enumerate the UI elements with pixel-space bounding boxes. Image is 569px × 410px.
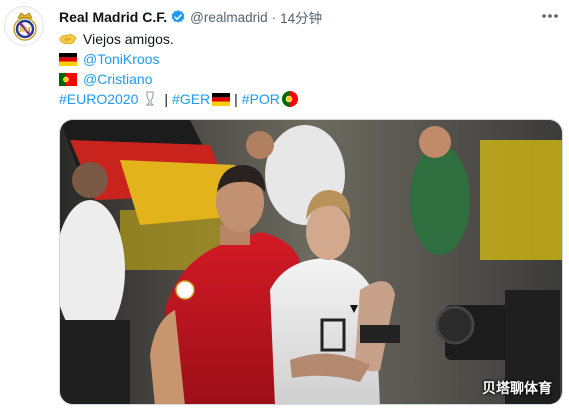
tweet-timestamp[interactable]: 14分钟 (280, 7, 322, 27)
tweet-line-1: Viejos amigos. (59, 29, 549, 49)
tweet-line-2: @ToniKroos (59, 49, 549, 69)
tweet-line-4: #EURO2020 | #GER | #POR (59, 89, 549, 109)
svg-text:RM: RM (19, 26, 31, 34)
portugal-flag-icon (281, 91, 298, 107)
tweet-line-3: @Cristiano (59, 69, 549, 89)
hashtag-euro2020[interactable]: #EURO2020 (59, 89, 138, 109)
verified-badge-icon (171, 10, 185, 23)
tweet-sentence: Viejos amigos. (83, 31, 174, 47)
handshake-emoji-icon (59, 34, 77, 45)
mention-cristiano[interactable]: @Cristiano (83, 69, 152, 89)
mention-toni-kroos[interactable]: @ToniKroos (83, 49, 159, 69)
real-madrid-crest-icon: RM (13, 12, 37, 41)
account-avatar[interactable]: RM (4, 6, 44, 46)
portugal-flag-icon (59, 72, 77, 86)
header-separator: · (271, 9, 277, 25)
account-name[interactable]: Real Madrid C.F. (59, 9, 167, 25)
trophy-icon (146, 91, 155, 106)
photo-ronaldo-kroos-icon (60, 120, 562, 404)
hashtag-por[interactable]: #POR (242, 89, 280, 109)
tweet-header: Real Madrid C.F. @realmadrid · 14分钟 (59, 7, 557, 27)
more-options-icon[interactable] (539, 7, 561, 25)
hashtag-separator: | (234, 91, 238, 107)
account-handle[interactable]: @realmadrid (190, 10, 267, 25)
tweet-text: Viejos amigos. @ToniKroos @Cristiano #EU… (59, 29, 549, 109)
watermark-text: 贝塔聊体育 (482, 380, 552, 396)
hashtag-separator: | (164, 91, 169, 107)
germany-flag-icon (212, 92, 231, 106)
hashtag-ger[interactable]: #GER (172, 89, 210, 109)
tweet-photo[interactable]: 贝塔聊体育 (59, 119, 563, 405)
germany-flag-icon (59, 52, 77, 66)
